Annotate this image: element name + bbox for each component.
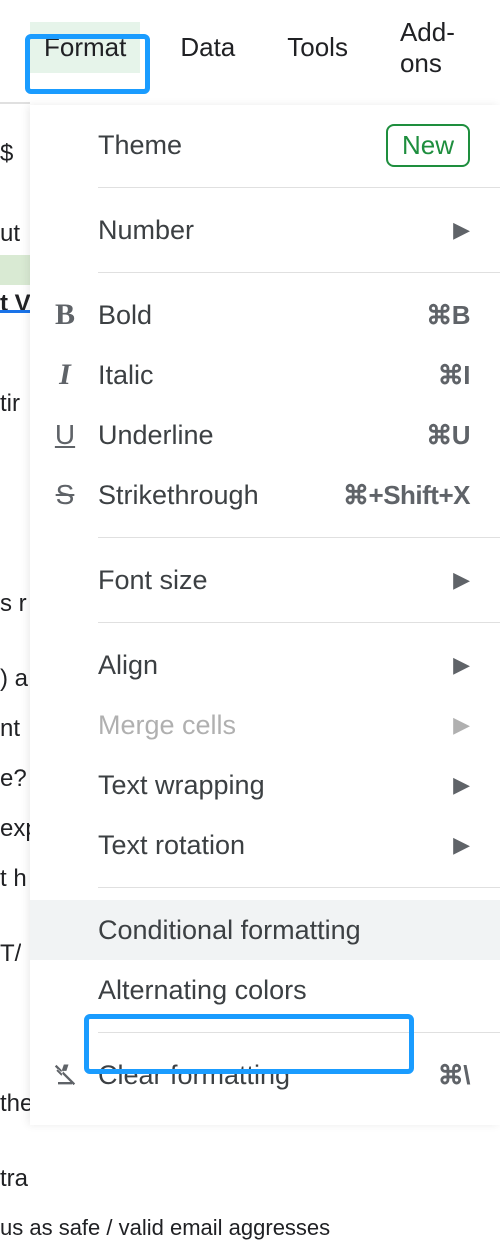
menu-item-label: Font size (88, 565, 453, 596)
chevron-right-icon: ▶ (453, 652, 470, 678)
chevron-right-icon: ▶ (453, 772, 470, 798)
keyboard-shortcut: ⌘U (426, 420, 470, 451)
menu-item-label: Align (88, 650, 453, 681)
menu-item-label: Text rotation (88, 830, 453, 861)
menu-divider (98, 187, 500, 188)
keyboard-shortcut: ⌘+Shift+X (343, 480, 470, 511)
menu-divider (98, 272, 500, 273)
keyboard-shortcut: ⌘I (438, 360, 470, 391)
keyboard-shortcut: ⌘\ (438, 1060, 470, 1091)
menu-item-font-size[interactable]: Font size ▶ (30, 550, 500, 610)
spreadsheet-background: $ ut t V tir s r ) a nt e? exp t h T/ th… (0, 0, 30, 1234)
keyboard-shortcut: ⌘B (426, 300, 470, 331)
menu-item-alternating-colors[interactable]: Alternating colors (30, 960, 500, 1020)
menu-item-conditional-formatting[interactable]: Conditional formatting (30, 900, 500, 960)
strikethrough-icon: S (56, 479, 75, 511)
menu-item-merge-cells: Merge cells ▶ (30, 695, 500, 755)
italic-icon: I (59, 358, 71, 392)
menu-item-underline[interactable]: U Underline ⌘U (30, 405, 500, 465)
menu-item-clear-formatting[interactable]: Clear formatting ⌘\ (30, 1045, 500, 1105)
menu-item-align[interactable]: Align ▶ (30, 635, 500, 695)
menu-item-label: Strikethrough (88, 480, 343, 511)
menu-item-label: Number (88, 215, 453, 246)
menu-item-bold[interactable]: B Bold ⌘B (30, 285, 500, 345)
bold-icon: B (55, 298, 75, 332)
menu-item-theme[interactable]: Theme New (30, 115, 500, 175)
menu-item-label: Theme (88, 130, 386, 161)
chevron-right-icon: ▶ (453, 567, 470, 593)
chevron-right-icon: ▶ (453, 217, 470, 243)
menu-item-label: Merge cells (88, 710, 453, 741)
menu-item-text-rotation[interactable]: Text rotation ▶ (30, 815, 500, 875)
menu-item-label: Text wrapping (88, 770, 453, 801)
underline-icon: U (55, 419, 75, 451)
chevron-right-icon: ▶ (453, 832, 470, 858)
menu-item-label: Bold (88, 300, 426, 331)
menu-item-label: Conditional formatting (88, 915, 470, 946)
menu-divider (98, 622, 500, 623)
chevron-right-icon: ▶ (453, 712, 470, 738)
menu-item-label: Alternating colors (88, 975, 470, 1006)
clear-formatting-icon (42, 1061, 88, 1089)
menu-item-label: Underline (88, 420, 426, 451)
menu-item-number[interactable]: Number ▶ (30, 200, 500, 260)
format-menu-dropdown: Theme New Number ▶ B Bold ⌘B I Italic ⌘I… (30, 105, 500, 1125)
menubar-item-format[interactable]: Format (30, 22, 140, 73)
menubar: Format Data Tools Add-ons He (0, 0, 500, 95)
menu-divider (98, 1032, 500, 1033)
new-badge: New (386, 124, 470, 167)
menu-item-label: Italic (88, 360, 438, 391)
menu-item-label: Clear formatting (88, 1060, 438, 1091)
menu-divider (98, 887, 500, 888)
menu-divider (98, 537, 500, 538)
menu-item-strikethrough[interactable]: S Strikethrough ⌘+Shift+X (30, 465, 500, 525)
menubar-item-data[interactable]: Data (168, 26, 247, 69)
menu-item-text-wrapping[interactable]: Text wrapping ▶ (30, 755, 500, 815)
menubar-item-help[interactable]: He (495, 26, 500, 69)
menubar-item-tools[interactable]: Tools (275, 26, 360, 69)
menu-item-italic[interactable]: I Italic ⌘I (30, 345, 500, 405)
menubar-item-addons[interactable]: Add-ons (388, 11, 467, 85)
